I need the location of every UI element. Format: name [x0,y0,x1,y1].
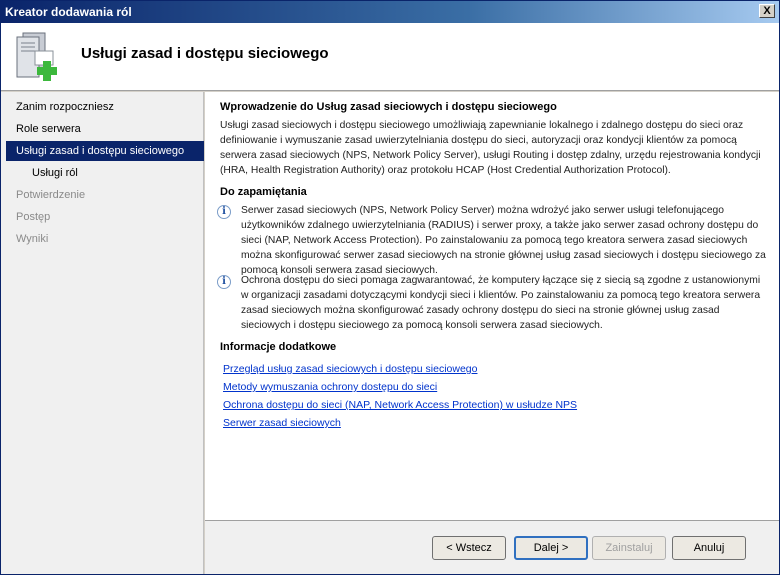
sidebar-item-role-services[interactable]: Usługi ról [6,163,204,183]
main-content: Wprowadzenie do Usług zasad sieciowych i… [205,92,779,520]
sidebar-item-progress: Postęp [16,211,51,223]
intro-heading: Wprowadzenie do Usług zasad sieciowych i… [220,101,557,113]
note-text: Ochrona dostępu do sieci pomaga zagwaran… [241,275,761,331]
sidebar-item-nps[interactable]: Usługi zasad i dostępu sieciowego [6,141,204,161]
wizard-header: Usługi zasad i dostępu sieciowego [1,23,779,91]
install-button: Zainstaluj [592,536,666,560]
intro-text: Usługi zasad sieciowych i dostępu siecio… [220,120,761,176]
cancel-button[interactable]: Anuluj [672,536,746,560]
link-nap-enforcement[interactable]: Metody wymuszania ochrony dostępu do sie… [223,381,437,393]
notes-heading: Do zapamiętania [220,186,307,198]
sidebar-item-before-you-begin[interactable]: Zanim rozpoczniesz [6,97,204,117]
title-bar: Kreator dodawania ról X [1,1,779,23]
info-icon: i [217,275,231,289]
wizard-window: Kreator dodawania ról X Usługi zasad i d… [0,0,780,575]
link-nap-in-nps[interactable]: Ochrona dostępu do sieci (NAP, Network A… [223,399,577,411]
next-button[interactable]: Dalej > [514,536,588,560]
page-title: Usługi zasad i dostępu sieciowego [81,45,329,62]
close-button[interactable]: X [759,4,775,18]
info-icon: i [217,205,231,219]
link-nps-overview[interactable]: Przegląd usług zasad sieciowych i dostęp… [223,363,477,375]
note-text: Serwer zasad sieciowych (NPS, Network Po… [241,205,766,276]
more-info-heading: Informacje dodatkowe [220,341,337,353]
sidebar-item-server-roles[interactable]: Role serwera [6,119,204,139]
link-nps-server[interactable]: Serwer zasad sieciowych [223,417,341,429]
window-title: Kreator dodawania ról [5,5,132,19]
sidebar-item-results: Wyniki [16,233,49,245]
server-add-icon [16,32,57,81]
wizard-steps-sidebar: Zanim rozpoczniesz Role serwera Usługi z… [1,92,204,574]
wizard-footer: < Wstecz Dalej > Zainstaluj Anuluj [205,520,779,574]
back-button[interactable]: < Wstecz [432,536,506,560]
sidebar-item-confirmation: Potwierdzenie [16,189,86,201]
